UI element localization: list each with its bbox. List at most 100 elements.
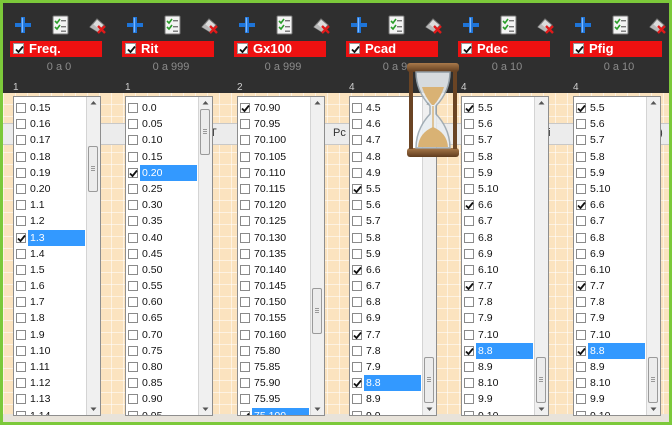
list-item[interactable]: 70.110: [238, 165, 311, 181]
item-checkbox[interactable]: [128, 345, 138, 356]
list-item[interactable]: 5.6: [350, 197, 423, 213]
list-item[interactable]: 1.1: [14, 197, 87, 213]
scroll-down-arrow-icon[interactable]: [535, 404, 548, 414]
list-item[interactable]: 5.10: [574, 181, 647, 197]
item-checkbox[interactable]: [128, 410, 138, 415]
list-item[interactable]: 5.7: [574, 132, 647, 148]
list-item[interactable]: 75.100: [238, 407, 311, 415]
item-checkbox[interactable]: [128, 216, 138, 227]
item-checkbox[interactable]: [128, 248, 138, 259]
item-checkbox[interactable]: [16, 232, 26, 243]
list-item[interactable]: 7.7: [462, 278, 535, 294]
item-checkbox[interactable]: [128, 232, 138, 243]
scroll-up-arrow-icon[interactable]: [311, 98, 324, 108]
item-checkbox[interactable]: [128, 313, 138, 324]
item-checkbox[interactable]: [16, 345, 26, 356]
list-item[interactable]: 70.95: [238, 116, 311, 132]
column-header[interactable]: Rit: [122, 41, 214, 57]
add-icon[interactable]: [13, 15, 33, 35]
list-item[interactable]: 70.90: [238, 100, 311, 116]
item-checkbox[interactable]: [576, 103, 586, 113]
list-item[interactable]: 1.10: [14, 343, 87, 359]
item-checkbox[interactable]: [464, 297, 474, 308]
list-item[interactable]: 1.13: [14, 391, 87, 407]
list-item[interactable]: 1.8: [14, 310, 87, 326]
item-checkbox[interactable]: [464, 135, 474, 146]
item-checkbox[interactable]: [16, 378, 26, 389]
list-item[interactable]: 70.125: [238, 213, 311, 229]
item-checkbox[interactable]: [128, 167, 138, 178]
item-checkbox[interactable]: [16, 410, 26, 415]
list-item[interactable]: 0.85: [126, 375, 199, 391]
item-checkbox[interactable]: [240, 362, 250, 372]
item-checkbox[interactable]: [352, 167, 362, 178]
scrollbar[interactable]: [198, 97, 212, 415]
item-checkbox[interactable]: [240, 103, 250, 113]
list-item[interactable]: 0.19: [14, 165, 87, 181]
list-item[interactable]: 7.10: [574, 327, 647, 343]
item-checkbox[interactable]: [352, 394, 362, 405]
header-checkbox[interactable]: [461, 43, 472, 54]
list-item[interactable]: 5.6: [462, 116, 535, 132]
list-item[interactable]: 8.9: [350, 391, 423, 407]
item-checkbox[interactable]: [464, 151, 474, 162]
list-item[interactable]: 0.45: [126, 246, 199, 262]
list-item[interactable]: 9.10: [462, 408, 535, 415]
item-checkbox[interactable]: [240, 248, 250, 259]
list-item[interactable]: 6.7: [574, 213, 647, 229]
item-checkbox[interactable]: [128, 362, 138, 372]
list-item[interactable]: 70.145: [238, 278, 311, 294]
item-checkbox[interactable]: [576, 119, 586, 130]
list-item[interactable]: 5.5: [350, 181, 423, 197]
item-checkbox[interactable]: [128, 151, 138, 162]
list-item[interactable]: 5.7: [350, 213, 423, 229]
list-item[interactable]: 6.9: [350, 310, 423, 326]
item-checkbox[interactable]: [576, 329, 586, 340]
item-checkbox[interactable]: [16, 281, 26, 292]
item-checkbox[interactable]: [240, 378, 250, 389]
header-checkbox[interactable]: [349, 43, 360, 54]
column-header[interactable]: Pfig: [570, 41, 662, 57]
item-checkbox[interactable]: [576, 345, 586, 356]
item-checkbox[interactable]: [16, 264, 26, 275]
item-checkbox[interactable]: [16, 119, 26, 130]
item-checkbox[interactable]: [128, 264, 138, 275]
column-header[interactable]: Pdec: [458, 41, 550, 57]
list-item[interactable]: 70.130: [238, 230, 311, 246]
list-item[interactable]: 5.6: [574, 116, 647, 132]
list-item[interactable]: 7.10: [462, 327, 535, 343]
list-item[interactable]: 1.4: [14, 246, 87, 262]
list-item[interactable]: 0.15: [14, 100, 87, 116]
list-item[interactable]: 0.65: [126, 310, 199, 326]
item-checkbox[interactable]: [16, 216, 26, 227]
eraser-icon[interactable]: [535, 15, 555, 35]
scrollbar-thumb[interactable]: [312, 287, 322, 334]
list-item[interactable]: 6.7: [350, 278, 423, 294]
header-checkbox[interactable]: [13, 43, 24, 54]
list-item[interactable]: 5.5: [574, 100, 647, 116]
list-item[interactable]: 8.9: [574, 359, 647, 375]
checklist-icon[interactable]: [51, 15, 71, 35]
item-checkbox[interactable]: [464, 200, 474, 211]
scroll-down-arrow-icon[interactable]: [423, 404, 436, 414]
list-item[interactable]: 5.7: [462, 132, 535, 148]
eraser-icon[interactable]: [647, 15, 667, 35]
list-item[interactable]: 6.7: [462, 213, 535, 229]
list-item[interactable]: 5.5: [462, 100, 535, 116]
header-checkbox[interactable]: [573, 43, 584, 54]
list-item[interactable]: 5.9: [350, 246, 423, 262]
header-checkbox[interactable]: [125, 43, 136, 54]
item-checkbox[interactable]: [352, 362, 362, 372]
list-item[interactable]: 70.150: [238, 294, 311, 310]
list-item[interactable]: 7.7: [574, 278, 647, 294]
scrollbar-thumb[interactable]: [88, 146, 98, 193]
list-item[interactable]: 6.8: [574, 230, 647, 246]
item-checkbox[interactable]: [576, 313, 586, 324]
list-item[interactable]: 0.16: [14, 116, 87, 132]
scrollbar[interactable]: [534, 97, 548, 415]
list-item[interactable]: 6.10: [462, 262, 535, 278]
list-item[interactable]: 9.9: [574, 391, 647, 407]
item-checkbox[interactable]: [128, 200, 138, 211]
list-item[interactable]: 0.70: [126, 327, 199, 343]
list-item[interactable]: 0.05: [126, 116, 199, 132]
